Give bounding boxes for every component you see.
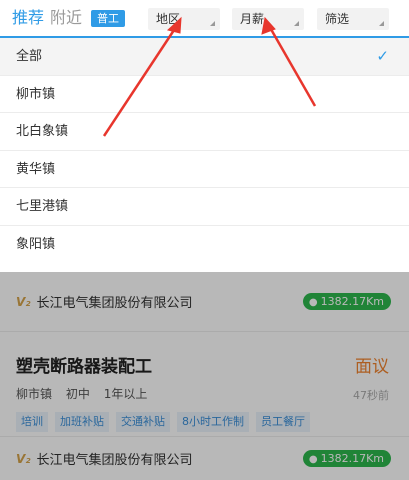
region-option[interactable]: 象阳镇 [0, 226, 409, 264]
job-card[interactable]: 塑壳断路器装配工 面议 柳市镇 初中 1年以上 47秒前 培训 加班补贴 交通补… [0, 332, 409, 440]
company-row[interactable]: V₂ 长江电气集团股份有限公司 ● 1382.17Km [0, 272, 409, 332]
company-name: 长江电气集团股份有限公司 [36, 296, 193, 311]
job-experience: 1年以上 [103, 387, 148, 401]
region-option-label: 北白象镇 [16, 124, 69, 139]
salary-filter-button[interactable]: 月薪 [232, 8, 304, 30]
job-education: 初中 [65, 387, 90, 401]
region-option[interactable]: 北白象镇 [0, 113, 409, 151]
region-option[interactable]: 七里港镇 [0, 188, 409, 226]
distance-badge: ● 1382.17Km [302, 293, 391, 310]
job-meta: 柳市镇 初中 1年以上 [16, 385, 393, 402]
region-option-all[interactable]: 全部 ✓ [0, 38, 409, 76]
job-pay: 面议 [355, 357, 389, 377]
region-option[interactable]: 柳市镇 [0, 76, 409, 113]
salary-filter-label: 月薪 [240, 12, 265, 26]
location-pin-icon: ● [308, 297, 318, 308]
job-tag: 8小时工作制 [177, 412, 249, 432]
location-pin-icon: ● [308, 454, 318, 465]
region-dropdown: 全部 ✓ 柳市镇 北白象镇 黄华镇 七里港镇 象阳镇 [0, 38, 409, 272]
job-title: 塑壳断路器装配工 [16, 357, 152, 377]
job-list: V₂ 长江电气集团股份有限公司 ● 1382.17Km 塑壳断路器装配工 面议 柳… [0, 272, 409, 480]
more-filter-button[interactable]: 筛选 [317, 8, 389, 30]
region-option[interactable]: 黄华镇 [0, 151, 409, 188]
verified-v2-icon: V₂ [16, 294, 31, 309]
job-tags: 培训 加班补贴 交通补贴 8小时工作制 员工餐厅 [16, 412, 393, 432]
job-tag: 加班补贴 [55, 412, 109, 432]
verified-v2-icon: V₂ [16, 451, 31, 466]
company-row[interactable]: V₂ 长江电气集团股份有限公司 ● 1382.17Km [0, 436, 409, 480]
region-filter-label: 地区 [156, 12, 181, 26]
region-option-label: 七里港镇 [16, 199, 69, 214]
top-filter-bar: 推荐 附近 普工 地区 月薪 筛选 [0, 0, 409, 36]
job-tag: 培训 [16, 412, 48, 432]
distance-badge: ● 1382.17Km [302, 450, 391, 467]
job-location: 柳市镇 [16, 387, 53, 401]
check-icon: ✓ [376, 47, 389, 65]
region-option-label: 柳市镇 [16, 86, 56, 102]
more-filter-label: 筛选 [325, 12, 350, 26]
region-option-label: 全部 [16, 49, 43, 64]
region-option-label: 黄华镇 [16, 161, 56, 177]
region-filter-button[interactable]: 地区 [148, 8, 220, 30]
job-tag: 交通补贴 [116, 412, 170, 432]
dropdown-corner-icon [210, 21, 215, 26]
distance-value: 1382.17Km [320, 452, 384, 465]
job-posted-time: 47秒前 [353, 389, 389, 402]
company-name: 长江电气集团股份有限公司 [36, 453, 193, 468]
tab-recommend[interactable]: 推荐 [12, 0, 44, 36]
job-tag: 员工餐厅 [256, 412, 310, 432]
region-option-label: 象阳镇 [16, 236, 56, 252]
category-badge[interactable]: 普工 [91, 9, 126, 27]
dropdown-corner-icon [294, 21, 299, 26]
dropdown-corner-icon [379, 21, 384, 26]
tab-nearby[interactable]: 附近 [50, 0, 82, 36]
distance-value: 1382.17Km [320, 295, 384, 308]
